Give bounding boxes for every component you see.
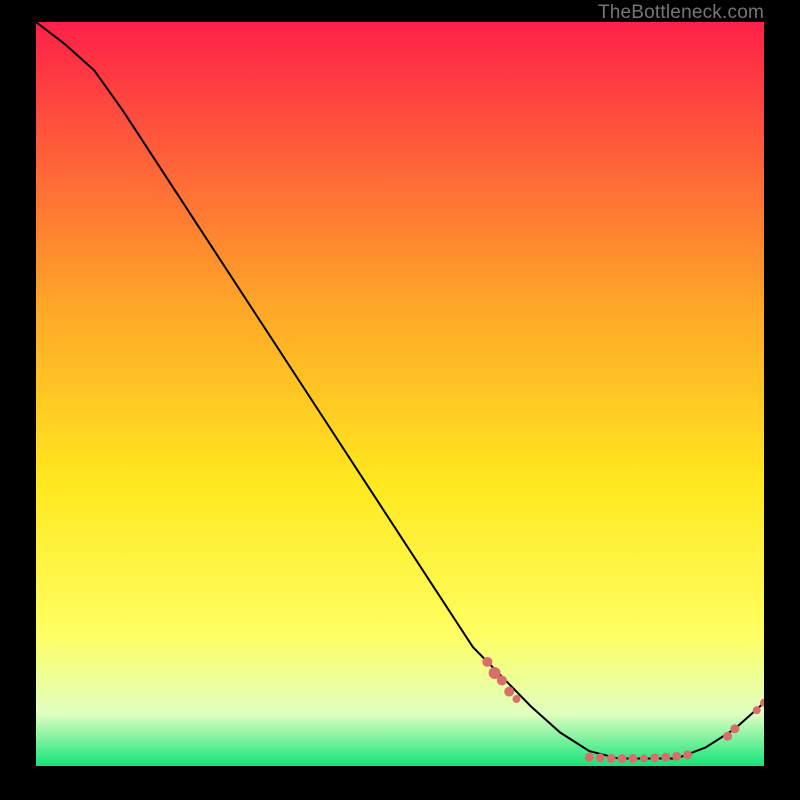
data-marker	[730, 724, 739, 733]
data-marker	[596, 753, 605, 762]
data-marker	[723, 732, 732, 741]
plot-area	[36, 22, 764, 766]
data-marker	[504, 687, 514, 697]
data-marker	[661, 753, 670, 762]
data-marker	[482, 657, 492, 667]
gradient-background	[36, 22, 764, 766]
data-marker	[672, 752, 681, 761]
data-marker	[497, 675, 507, 685]
watermark-text: TheBottleneck.com	[598, 2, 764, 24]
bottleneck-chart	[36, 22, 764, 766]
data-marker	[585, 753, 594, 762]
data-marker	[753, 706, 761, 714]
data-marker	[640, 755, 648, 763]
data-marker	[628, 754, 637, 763]
data-marker	[607, 754, 616, 763]
data-marker	[650, 753, 659, 762]
data-marker	[618, 754, 627, 763]
chart-container: TheBottleneck.com	[0, 0, 800, 800]
data-marker	[683, 750, 692, 759]
data-marker	[512, 695, 520, 703]
